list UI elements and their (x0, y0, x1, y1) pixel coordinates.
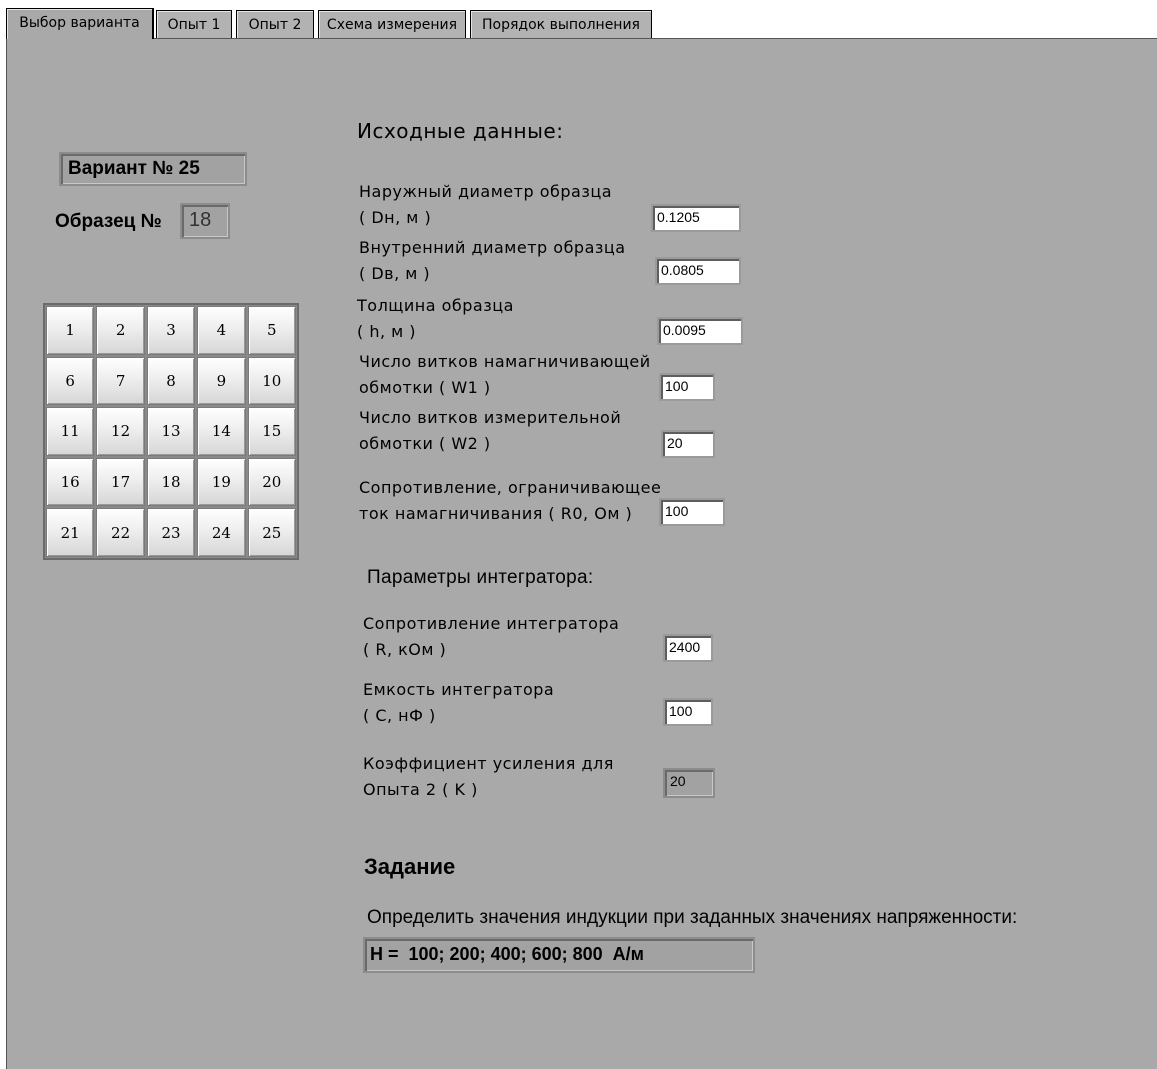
r0-input[interactable]: 100 (659, 498, 725, 526)
variant-label: Вариант № 25 (68, 158, 200, 179)
variant-button-19[interactable]: 19 (197, 457, 246, 507)
variant-button-3[interactable]: 3 (146, 306, 196, 355)
variant-button-11[interactable]: 11 (46, 407, 95, 456)
tab-experiment-1[interactable]: Опыт 1 (156, 10, 232, 38)
integrator-c-unit: ( С, нФ ) (363, 706, 436, 725)
w2-input[interactable]: 20 (661, 430, 715, 458)
integrator-r-unit: ( R, кОм ) (363, 640, 447, 659)
initial-data-title: Исходные данные: (357, 119, 564, 143)
outer-diameter-label: Наружный диаметр образца (359, 182, 613, 201)
variant-button-5[interactable]: 5 (247, 306, 296, 355)
variant-button-13[interactable]: 13 (146, 407, 196, 456)
variant-button-2[interactable]: 2 (96, 306, 145, 355)
r0-label: Сопротивление, ограничивающее (359, 478, 662, 497)
tab-variant-selection[interactable]: Выбор варианта (6, 8, 154, 39)
sample-indicator: 18 (180, 203, 230, 239)
variant-button-22[interactable]: 22 (96, 508, 145, 557)
variant-button-18[interactable]: 18 (146, 457, 196, 507)
tab-panel: Вариант № 25 Образец № 18 1 2 3 4 5 6 7 8 9 10 11 1… (6, 38, 1157, 1069)
variant-button-10[interactable]: 10 (247, 356, 296, 406)
integrator-r-input[interactable]: 2400 (663, 634, 713, 662)
tab-experiment-2[interactable]: Опыт 2 (236, 10, 314, 38)
variant-button-21[interactable]: 21 (46, 508, 95, 557)
variant-indicator: Вариант № 25 (59, 152, 247, 186)
task-value: H = 100; 200; 400; 600; 800 А/м (370, 944, 644, 964)
w1-label: Число витков намагничивающей (359, 352, 651, 371)
inner-diameter-input[interactable]: 0.0805 (655, 257, 741, 285)
integrator-title: Параметры интегратора: (367, 567, 594, 588)
variant-button-4[interactable]: 4 (197, 306, 246, 355)
integrator-c-input[interactable]: 100 (663, 698, 713, 726)
thickness-unit: ( h, м ) (357, 322, 417, 341)
tab-measurement-scheme[interactable]: Схема измерения (318, 10, 466, 38)
variant-button-17[interactable]: 17 (96, 457, 145, 507)
inner-diameter-unit: ( Dв, м ) (359, 264, 431, 283)
w2-label: Число витков измерительной (359, 408, 622, 427)
task-text: Определить значения индукции при заданны… (367, 907, 1018, 928)
w1-input[interactable]: 100 (659, 373, 715, 401)
variant-button-20[interactable]: 20 (247, 457, 296, 507)
integrator-r-label: Сопротивление интегратора (363, 614, 620, 633)
gain-unit: Опыта 2 ( K ) (363, 780, 478, 799)
variant-button-9[interactable]: 9 (197, 356, 246, 406)
sample-value: 18 (189, 209, 212, 231)
variant-button-6[interactable]: 6 (46, 356, 95, 406)
thickness-label: Толщина образца (357, 296, 514, 315)
variant-button-15[interactable]: 15 (247, 407, 296, 456)
w2-unit: обмотки ( W2 ) (359, 434, 491, 453)
variant-button-1[interactable]: 1 (46, 306, 95, 355)
variant-button-grid: 1 2 3 4 5 6 7 8 9 10 11 12 13 14 15 16 17 18 19 20 21 22 23 24 2… (43, 303, 299, 560)
variant-button-25[interactable]: 25 (247, 508, 296, 557)
task-title: Задание (364, 854, 456, 879)
sample-label: Образец № (55, 211, 162, 232)
variant-button-23[interactable]: 23 (146, 508, 196, 557)
gain-value: 20 (670, 773, 686, 789)
variant-button-12[interactable]: 12 (96, 407, 145, 456)
inner-diameter-label: Внутренний диаметр образца (359, 238, 626, 257)
r0-unit: ток намагничивания ( R0, Ом ) (359, 504, 633, 523)
variant-button-8[interactable]: 8 (146, 356, 196, 406)
tab-bar: Выбор варианта Опыт 1 Опыт 2 Схема измер… (0, 8, 1157, 40)
integrator-c-label: Емкость интегратора (363, 680, 555, 699)
variant-button-7[interactable]: 7 (96, 356, 145, 406)
tab-procedure[interactable]: Порядок выполнения (470, 10, 652, 38)
w1-unit: обмотки ( W1 ) (359, 378, 491, 397)
gain-indicator: 20 (663, 768, 715, 798)
outer-diameter-unit: ( Dн, м ) (359, 208, 432, 227)
variant-button-16[interactable]: 16 (46, 457, 95, 507)
thickness-input[interactable]: 0.0095 (657, 317, 743, 345)
task-indicator: H = 100; 200; 400; 600; 800 А/м (363, 937, 755, 973)
outer-diameter-input[interactable]: 0.1205 (651, 204, 741, 232)
gain-label: Коэффициент усиления для (363, 754, 614, 773)
variant-button-24[interactable]: 24 (197, 508, 246, 557)
variant-button-14[interactable]: 14 (197, 407, 246, 456)
